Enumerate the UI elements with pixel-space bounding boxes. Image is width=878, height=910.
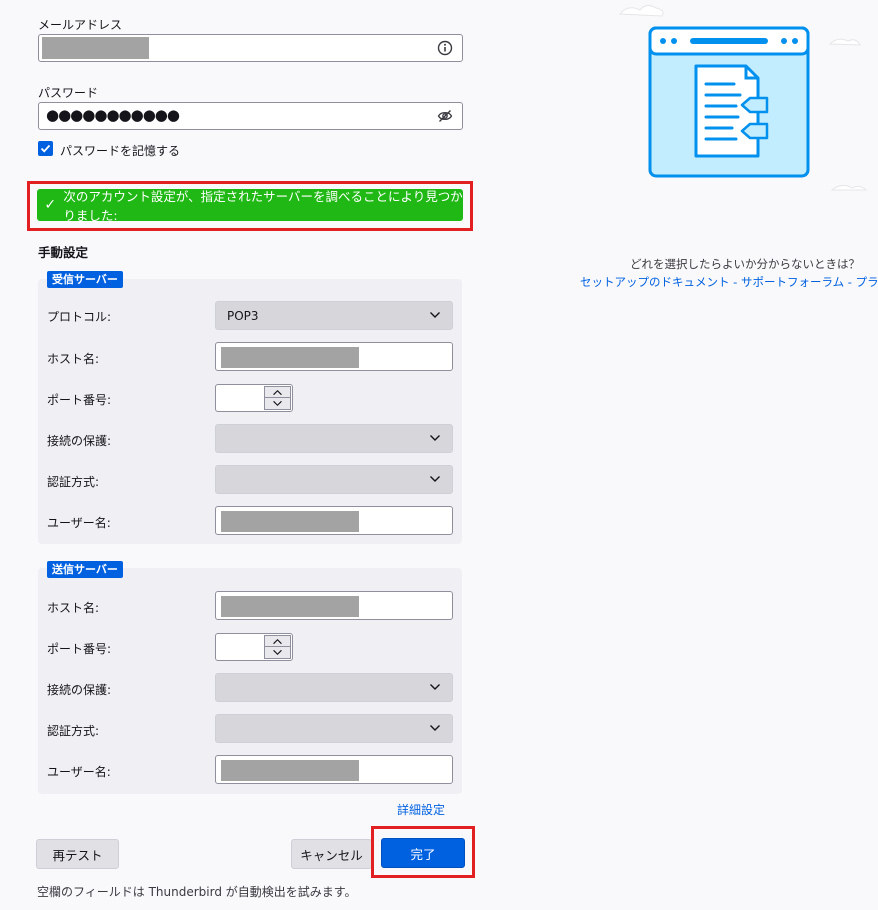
remember-password-checkbox[interactable] [38, 141, 53, 156]
incoming-server-badge: 受信サーバー [47, 271, 123, 288]
incoming-user-label: ユーザー名: [47, 516, 111, 530]
redacted-username [221, 760, 359, 781]
chevron-down-icon [430, 312, 440, 318]
outgoing-host-input[interactable] [215, 591, 453, 620]
incoming-auth-select[interactable] [215, 465, 453, 494]
help-question: どれを選択したらよいか分からないときは？ [630, 257, 860, 271]
eye-slash-icon[interactable] [437, 108, 453, 124]
protocol-value: POP3 [227, 309, 259, 323]
document-window-illustration [618, 4, 868, 191]
setup-docs-link[interactable]: セットアップのドキュメント [580, 275, 730, 289]
outgoing-security-label: 接続の保護: [47, 683, 112, 697]
success-message: 次のアカウント設定が、指定されたサーバーを調べることにより見つかりました: [63, 189, 463, 223]
privacy-policy-link[interactable]: プライバシーポリシー [856, 275, 878, 289]
chevron-up-icon [273, 638, 282, 644]
retest-button[interactable]: 再テスト [36, 839, 119, 869]
password-field[interactable]: ●●●●●●●●●●● [38, 102, 463, 130]
chevron-down-icon [273, 400, 282, 407]
success-notification: ✓ 次のアカウント設定が、指定されたサーバーを調べることにより見つかりました: [37, 189, 463, 223]
link-separator: - [729, 275, 741, 289]
incoming-auth-label: 認証方式: [47, 475, 100, 489]
incoming-user-input[interactable] [215, 506, 453, 535]
autodetect-footnote: 空欄のフィールドは Thunderbird が自動検出を試みます。 [37, 885, 357, 899]
port-up-button[interactable] [264, 635, 291, 647]
incoming-port-stepper[interactable] [215, 384, 293, 412]
info-icon[interactable] [437, 40, 453, 56]
chevron-down-icon [430, 476, 440, 482]
advanced-settings-link[interactable]: 詳細設定 [397, 801, 445, 818]
help-links: セットアップのドキュメント - サポートフォーラム - プライバシーポリシー [580, 274, 878, 290]
email-label: メールアドレス [38, 18, 123, 32]
outgoing-security-select[interactable] [215, 673, 453, 702]
incoming-host-input[interactable] [215, 342, 453, 371]
password-value: ●●●●●●●●●●● [46, 106, 180, 124]
redacted-username [221, 511, 359, 532]
incoming-port-label: ポート番号: [47, 393, 112, 407]
outgoing-user-label: ユーザー名: [47, 765, 111, 779]
port-up-button[interactable] [264, 386, 291, 398]
incoming-security-select[interactable] [215, 424, 453, 453]
done-button[interactable]: 完了 [381, 838, 465, 868]
protocol-label: プロトコル: [47, 310, 112, 324]
chevron-up-icon [273, 389, 282, 395]
outgoing-auth-select[interactable] [215, 714, 453, 743]
support-forum-link[interactable]: サポートフォーラム [741, 275, 844, 289]
manual-settings-title: 手動設定 [38, 245, 89, 260]
remember-password-label: パスワードを記憶する [60, 144, 181, 158]
chevron-down-icon [430, 435, 440, 441]
outgoing-auth-label: 認証方式: [47, 724, 100, 738]
checkmark-icon [40, 144, 51, 153]
link-separator: - [844, 275, 856, 289]
outgoing-server-badge: 送信サーバー [47, 561, 123, 578]
outgoing-user-input[interactable] [215, 755, 453, 784]
port-down-button[interactable] [264, 398, 291, 410]
redacted-host [221, 347, 359, 368]
outgoing-port-stepper[interactable] [215, 633, 293, 661]
chevron-down-icon [273, 649, 282, 656]
redacted-email [42, 37, 149, 59]
outgoing-port-label: ポート番号: [47, 642, 112, 656]
port-down-button[interactable] [264, 647, 291, 659]
incoming-security-label: 接続の保護: [47, 434, 112, 448]
password-label: パスワード [38, 86, 99, 100]
check-icon: ✓ [44, 197, 57, 213]
outgoing-host-label: ホスト名: [47, 601, 100, 615]
cancel-button[interactable]: キャンセル [291, 839, 372, 869]
incoming-host-label: ホスト名: [47, 352, 100, 366]
chevron-down-icon [430, 684, 440, 690]
protocol-select[interactable]: POP3 [215, 301, 453, 330]
email-field[interactable] [38, 34, 463, 62]
redacted-host [221, 596, 359, 617]
chevron-down-icon [430, 725, 440, 731]
